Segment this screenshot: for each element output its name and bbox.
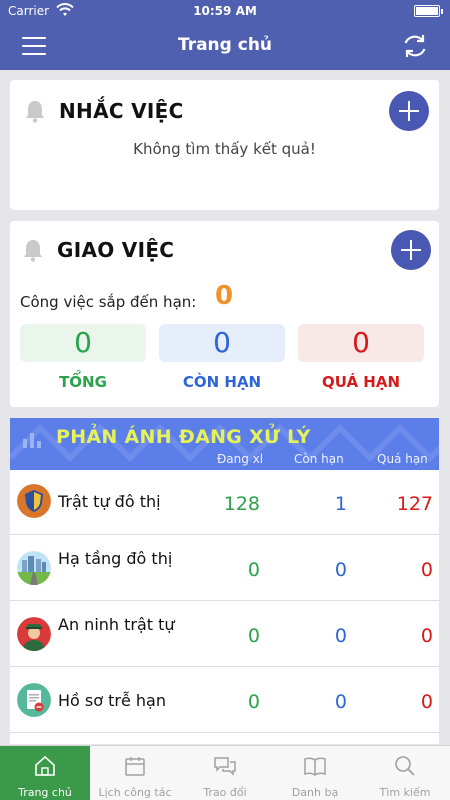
- row-in-time: 0: [334, 691, 347, 713]
- row-in-time: 0: [334, 625, 347, 647]
- tab-label: Trang chủ: [18, 786, 72, 799]
- tab-home[interactable]: Trang chủ: [0, 746, 90, 800]
- assignments-card: GIAO VIỆC Công việc sắp đến hạn: 0 0 0 0…: [10, 221, 439, 407]
- stat-total-box[interactable]: 0: [20, 324, 146, 362]
- police-officer-icon: [17, 617, 51, 651]
- row-overdue: 0: [420, 691, 433, 713]
- feedback-row-security-order[interactable]: An ninh trật tự 0 0 0: [10, 602, 439, 667]
- stat-total-value: 0: [74, 326, 92, 359]
- bell-icon: [24, 240, 42, 262]
- stat-in-time-value: 0: [213, 326, 231, 359]
- tab-search[interactable]: Tìm kiếm: [360, 746, 450, 800]
- row-overdue: 127: [396, 493, 433, 515]
- tab-contacts[interactable]: Danh bạ: [270, 746, 360, 800]
- page-title: Trang chủ: [177, 35, 273, 55]
- row-label: Trật tự đô thị: [58, 492, 161, 511]
- bell-icon: [26, 101, 44, 123]
- battery-icon: [414, 5, 443, 17]
- feedback-row-overdue-records[interactable]: Hồ sơ trễ hạn 0 0 0: [10, 668, 439, 733]
- shield-icon: [17, 484, 51, 518]
- tab-schedule[interactable]: Lịch công tác: [90, 746, 180, 800]
- row-processing: 128: [223, 493, 260, 515]
- feedback-title: PHẢN ÁNH ĐANG XỬ LÝ: [56, 426, 311, 448]
- contacts-book-icon: [304, 757, 326, 776]
- stat-overdue-label: QUÁ HẠN: [321, 373, 401, 391]
- row-overdue: 0: [420, 625, 433, 647]
- tab-label: Danh bạ: [291, 786, 339, 799]
- home-icon: [35, 755, 55, 776]
- chat-icon: [214, 757, 236, 776]
- col-in-time: Còn hạn: [294, 452, 344, 466]
- stat-in-time-label: CÒN HẠN: [182, 373, 262, 391]
- reminders-card: NHẮC VIỆC Không tìm thấy kết quả!: [10, 80, 439, 210]
- tab-bar: Trang chủ Lịch công tác Trao đổi Danh bạ…: [0, 745, 450, 800]
- stat-overdue-value: 0: [352, 326, 370, 359]
- feedback-header: PHẢN ÁNH ĐANG XỬ LÝ Đang xl Còn hạn Quá …: [10, 418, 439, 470]
- row-label: Hạ tầng đô thị: [58, 549, 173, 568]
- row-processing: 0: [247, 691, 260, 713]
- assignments-title: GIAO VIỆC: [57, 238, 175, 262]
- add-assignment-button[interactable]: [391, 230, 431, 270]
- empty-result-text: Không tìm thấy kết quả!: [133, 140, 316, 158]
- row-in-time: 1: [334, 493, 347, 515]
- col-overdue: Quá hạn: [377, 452, 428, 466]
- feedback-section: PHẢN ÁNH ĐANG XỬ LÝ Đang xl Còn hạn Quá …: [10, 418, 439, 744]
- row-overdue: 0: [420, 559, 433, 581]
- refresh-icon[interactable]: [400, 31, 430, 61]
- stat-in-time-box[interactable]: 0: [159, 324, 285, 362]
- status-bar: Carrier 10:59 AM: [0, 0, 450, 22]
- clock: 10:59 AM: [193, 4, 257, 18]
- due-soon-count: 0: [215, 281, 234, 311]
- tab-label: Lịch công tác: [98, 786, 172, 799]
- add-reminder-button[interactable]: [389, 91, 429, 131]
- stat-overdue-box[interactable]: 0: [298, 324, 424, 362]
- row-label: An ninh trật tự: [58, 615, 175, 634]
- feedback-row-urban-order[interactable]: Trật tự đô thị 128 1 127: [10, 470, 439, 535]
- row-processing: 0: [247, 559, 260, 581]
- due-soon-label: Công việc sắp đến hạn:: [20, 293, 197, 311]
- reminders-title: NHẮC VIỆC: [59, 99, 184, 123]
- tab-label: Trao đổi: [203, 786, 247, 799]
- overdue-document-icon: [17, 683, 51, 717]
- col-processing: Đang xl: [217, 452, 264, 466]
- city-road-icon: [17, 551, 51, 585]
- bar-chart-icon: [23, 433, 41, 448]
- row-in-time: 0: [334, 559, 347, 581]
- stat-total-label: TỔNG: [59, 373, 107, 391]
- calendar-icon: [125, 757, 145, 776]
- row-processing: 0: [247, 625, 260, 647]
- row-label: Hồ sơ trễ hạn: [58, 691, 166, 710]
- tab-label: Tìm kiếm: [379, 786, 431, 799]
- search-icon: [395, 756, 415, 776]
- feedback-row-urban-infrastructure[interactable]: Hạ tầng đô thị 0 0 0: [10, 536, 439, 601]
- tab-discussion[interactable]: Trao đổi: [180, 746, 270, 800]
- nav-bar: Trang chủ: [0, 22, 450, 70]
